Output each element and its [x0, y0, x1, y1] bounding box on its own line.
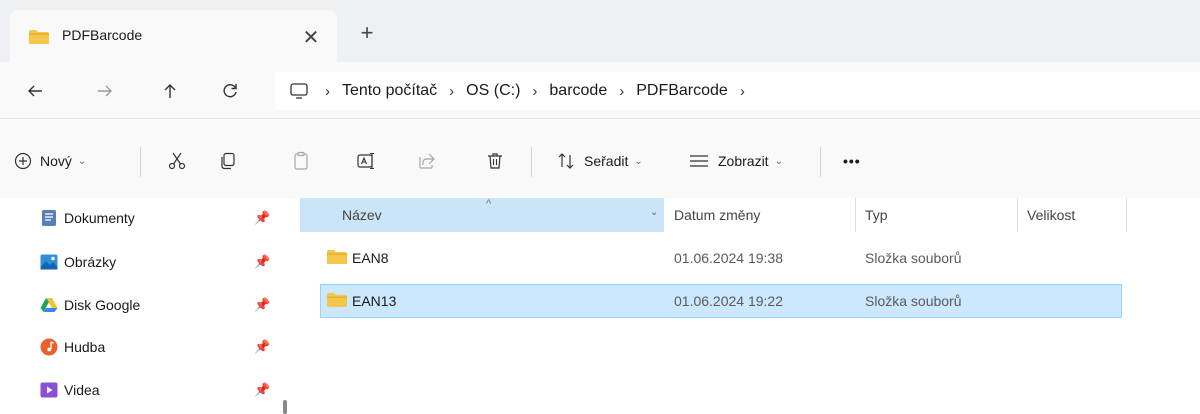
address-bar[interactable]: › Tento počítač › OS (C:) › barcode › PD… — [275, 72, 1200, 110]
new-button[interactable]: Nový ⌄ — [14, 147, 86, 175]
table-row[interactable]: EAN13 01.06.2024 19:22 Složka souborů — [320, 284, 1122, 318]
refresh-button[interactable] — [213, 74, 247, 108]
file-list: Název ^ ⌄ Datum změny Typ Velikost EAN8 … — [300, 198, 1200, 414]
divider — [140, 147, 141, 177]
chevron-right-icon[interactable]: › — [740, 83, 745, 100]
sidebar-item-videos[interactable]: Videa 📌 — [30, 370, 280, 410]
chevron-down-icon: ⌄ — [774, 155, 783, 167]
list-view-icon — [690, 155, 708, 167]
music-icon — [40, 338, 58, 356]
more-options-button[interactable]: ••• — [843, 147, 861, 175]
breadcrumb-barcode[interactable]: barcode — [549, 82, 607, 100]
clipboard-icon — [294, 151, 308, 170]
google-drive-icon — [40, 296, 58, 314]
pin-icon[interactable]: 📌 — [254, 210, 270, 226]
column-divider[interactable] — [855, 198, 856, 232]
file-date: 01.06.2024 19:22 — [674, 293, 783, 309]
chevron-right-icon: › — [325, 82, 330, 100]
table-row[interactable]: EAN8 01.06.2024 19:38 Složka souborů — [320, 241, 1122, 275]
new-tab-button[interactable]: + — [352, 18, 382, 48]
chevron-right-icon: › — [449, 82, 455, 100]
folder-icon — [326, 292, 348, 311]
close-tab-button[interactable]: ✕ — [296, 23, 326, 51]
divider — [531, 147, 532, 177]
folder-icon — [326, 249, 348, 268]
tab-title: PDFBarcode — [62, 27, 143, 43]
column-header-date[interactable]: Datum změny — [674, 198, 854, 232]
rename-icon — [357, 152, 374, 170]
chevron-right-icon: › — [619, 82, 625, 100]
pictures-icon — [40, 253, 58, 271]
chevron-down-icon: ⌄ — [77, 155, 87, 167]
pin-icon[interactable]: 📌 — [254, 297, 270, 313]
column-header-type[interactable]: Typ — [865, 198, 1015, 232]
documents-icon — [40, 209, 58, 227]
refresh-icon — [223, 84, 237, 98]
address-row: › Tento počítač › OS (C:) › barcode › PD… — [0, 62, 1200, 118]
sidebar-item-documents[interactable]: Dokumenty 📌 — [30, 198, 280, 238]
chevron-down-icon: ⌄ — [634, 155, 643, 167]
forward-button[interactable] — [88, 74, 122, 108]
back-button[interactable] — [18, 74, 52, 108]
breadcrumb-drive-c[interactable]: OS (C:) — [466, 82, 520, 100]
sidebar-item-pictures[interactable]: Obrázky 📌 — [30, 242, 280, 282]
column-divider[interactable] — [1126, 198, 1127, 232]
arrow-right-icon — [98, 85, 112, 97]
file-date: 01.06.2024 19:38 — [674, 250, 783, 266]
file-name: EAN8 — [352, 250, 389, 266]
command-bar: Nový ⌄ Seřadit ⌄ Zobrazit ⌄ ••• — [0, 118, 1200, 198]
chevron-down-icon[interactable]: ⌄ — [650, 207, 658, 218]
rename-button[interactable] — [356, 147, 376, 175]
folder-icon — [28, 29, 50, 48]
navigation-pane: Dokumenty 📌 Obrázky 📌 Disk Google 📌 Hudb… — [0, 198, 300, 414]
scissors-icon — [168, 152, 186, 170]
file-type: Složka souborů — [865, 250, 962, 266]
sort-button[interactable]: Seřadit ⌄ — [556, 147, 643, 175]
delete-button[interactable] — [485, 147, 505, 175]
share-button[interactable] — [417, 147, 437, 175]
pin-icon[interactable]: 📌 — [254, 339, 270, 355]
divider — [820, 147, 821, 177]
sidebar-item-music[interactable]: Hudba 📌 — [30, 327, 280, 367]
pin-icon[interactable]: 📌 — [254, 254, 270, 270]
copy-button[interactable] — [218, 147, 238, 175]
share-icon — [419, 153, 435, 169]
arrow-up-icon — [164, 84, 176, 98]
videos-icon — [40, 381, 58, 399]
sort-ascending-icon: ^ — [486, 198, 492, 210]
column-divider[interactable] — [1017, 198, 1018, 232]
trash-icon — [488, 153, 502, 169]
copy-icon — [221, 152, 235, 170]
breadcrumb-this-pc[interactable]: Tento počítač — [342, 82, 437, 100]
paste-button[interactable] — [291, 147, 311, 175]
file-name: EAN13 — [352, 293, 397, 309]
arrow-left-icon — [28, 85, 42, 97]
cut-button[interactable] — [167, 147, 187, 175]
pin-icon[interactable]: 📌 — [254, 382, 270, 398]
file-type: Složka souborů — [865, 293, 962, 309]
plus-circle-icon — [14, 152, 32, 170]
column-header-name[interactable]: Název ^ ⌄ — [300, 198, 664, 232]
chevron-right-icon: › — [532, 82, 538, 100]
column-header-size[interactable]: Velikost — [1027, 198, 1127, 232]
breadcrumb-pdfbarcode[interactable]: PDFBarcode — [636, 82, 728, 100]
sidebar-item-google-drive[interactable]: Disk Google 📌 — [30, 285, 280, 325]
tab-pdfbarcode[interactable]: PDFBarcode ✕ — [10, 10, 337, 62]
scrollbar-thumb[interactable] — [283, 400, 287, 414]
sort-icon — [558, 153, 574, 169]
tab-strip: PDFBarcode ✕ + — [0, 0, 1200, 62]
monitor-icon — [289, 82, 313, 100]
view-button[interactable]: Zobrazit ⌄ — [688, 147, 783, 175]
up-button[interactable] — [153, 74, 187, 108]
